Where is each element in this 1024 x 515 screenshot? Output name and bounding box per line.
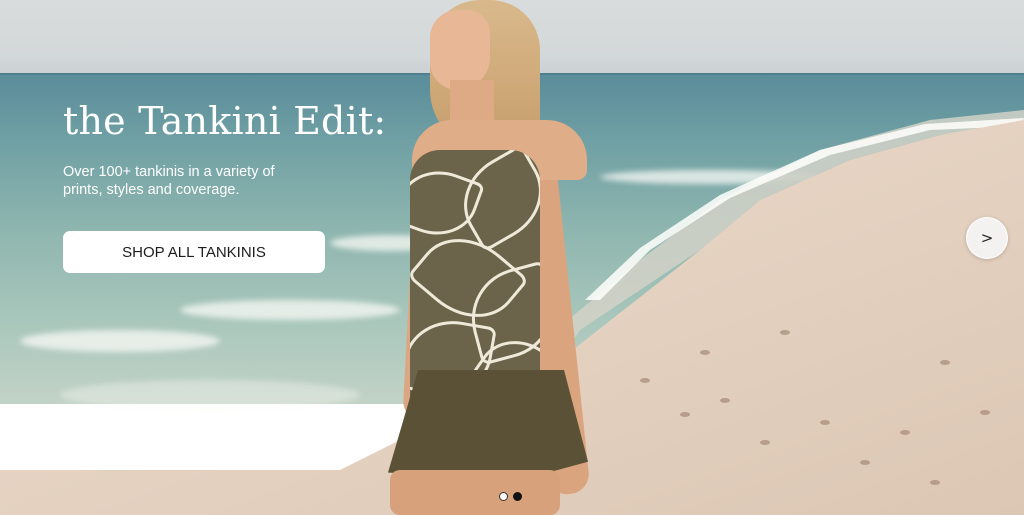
carousel-next-button[interactable]: > (966, 217, 1008, 259)
model-face (430, 10, 490, 90)
surf-foam (20, 330, 220, 352)
carousel-dot-1[interactable] (499, 492, 508, 501)
surf-foam (60, 380, 360, 410)
footprint (900, 430, 910, 435)
footprint (930, 480, 940, 485)
swim-skirt (388, 370, 588, 478)
chevron-right-icon: > (980, 229, 994, 247)
footprint (940, 360, 950, 365)
footprint (680, 412, 690, 417)
carousel-pagination (499, 492, 522, 501)
hero-banner: the Tankini Edit: Over 100+ tankinis in … (0, 0, 1024, 515)
surf-foam (180, 300, 400, 320)
carousel-dot-2[interactable] (513, 492, 522, 501)
model-figure (380, 0, 610, 515)
footprint (860, 460, 870, 465)
footprint (820, 420, 830, 425)
footprint (640, 378, 650, 383)
footprint (760, 440, 770, 445)
footprint (980, 410, 990, 415)
shop-all-tankinis-button[interactable]: SHOP ALL TANKINIS (63, 231, 325, 273)
tankini-top (410, 150, 540, 405)
footprint (780, 330, 790, 335)
model-legs (390, 470, 560, 515)
footprint (700, 350, 710, 355)
hero-subtext: Over 100+ tankinis in a variety of print… (63, 164, 275, 198)
footprint (720, 398, 730, 403)
hero-headline: the Tankini Edit: (63, 99, 387, 143)
